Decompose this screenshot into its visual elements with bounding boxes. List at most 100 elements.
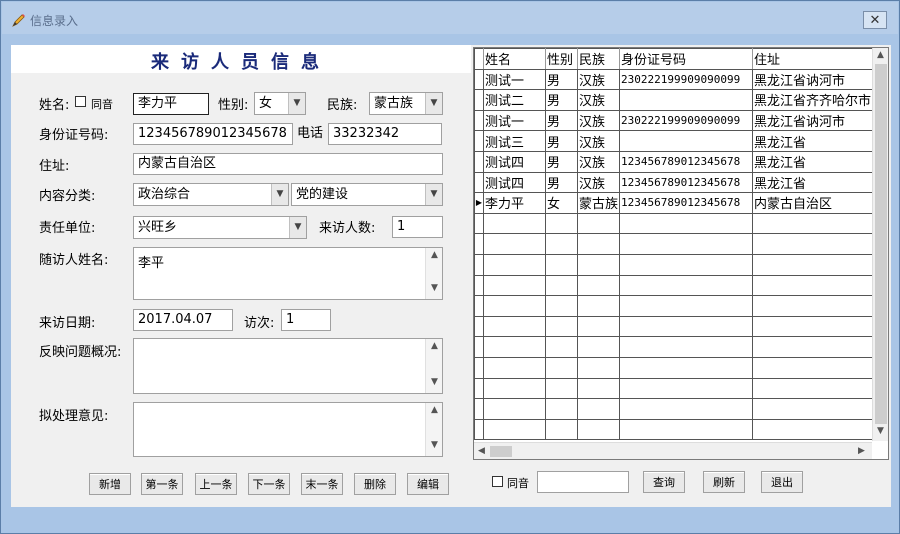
table-cell[interactable] (483, 336, 546, 358)
table-row[interactable] (474, 295, 884, 317)
table-cell[interactable]: 男 (545, 68, 578, 91)
table-cell[interactable]: 黑龙江省齐齐哈尔市 (752, 89, 884, 111)
table-cell[interactable]: 男 (545, 130, 578, 152)
table-cell[interactable] (576, 418, 621, 441)
table-row[interactable] (474, 212, 884, 235)
table-cell[interactable] (619, 295, 754, 317)
table-cell[interactable]: 汉族 (576, 171, 621, 194)
homophone-checkbox[interactable] (75, 96, 86, 107)
chevron-down-icon[interactable]: ▼ (289, 217, 306, 238)
table-row[interactable]: 测试一男汉族 230222199909090099 黑龙江省讷河市 (474, 68, 884, 91)
table-row[interactable] (474, 377, 884, 400)
category-select[interactable]: 政治综合 ▼ (133, 183, 289, 206)
table-cell[interactable] (619, 89, 754, 111)
chevron-down-icon[interactable]: ▼ (425, 184, 442, 205)
table-cell[interactable] (752, 377, 884, 400)
table-cell[interactable] (619, 130, 754, 152)
table-cell[interactable] (619, 253, 754, 276)
table-cell[interactable] (576, 233, 621, 255)
table-cell[interactable] (619, 418, 754, 441)
table-row[interactable]: 测试一男汉族 230222199909090099 黑龙江省讷河市 (474, 109, 884, 132)
first-record-button[interactable]: 第一条 (141, 473, 183, 495)
edit-button[interactable]: 编辑 (407, 473, 449, 495)
refresh-button[interactable]: 刷新 (703, 471, 745, 493)
table-cell[interactable] (545, 274, 578, 297)
column-header-ethnicity[interactable]: 民族 (576, 48, 621, 70)
table-cell[interactable] (483, 418, 546, 441)
ethnicity-select[interactable]: 蒙古族 ▼ (369, 92, 443, 115)
table-row[interactable] (474, 336, 884, 358)
address-input[interactable]: 内蒙古自治区 (133, 153, 443, 175)
table-cell[interactable] (576, 295, 621, 317)
table-cell[interactable] (483, 233, 546, 255)
table-cell[interactable] (483, 212, 546, 235)
table-cell[interactable] (576, 253, 621, 276)
table-cell[interactable] (545, 336, 578, 358)
table-cell[interactable]: 测试四 (483, 150, 546, 173)
table-cell[interactable]: 男 (545, 89, 578, 111)
table-cell[interactable] (545, 377, 578, 400)
table-cell[interactable]: 黑龙江省 (752, 150, 884, 173)
table-row[interactable] (474, 253, 884, 276)
table-cell[interactable] (576, 212, 621, 235)
table-cell[interactable] (483, 315, 546, 338)
table-cell[interactable] (545, 356, 578, 379)
table-cell[interactable] (545, 253, 578, 276)
scroll-down-icon[interactable]: ▼ (877, 426, 884, 436)
table-cell[interactable] (545, 418, 578, 441)
add-button[interactable]: 新增 (89, 473, 131, 495)
table-row[interactable] (474, 356, 884, 379)
grid-horizontal-scrollbar[interactable]: ◀ ▶ (474, 442, 872, 459)
gender-select[interactable]: 女 ▼ (254, 92, 306, 115)
prev-record-button[interactable]: 上一条 (195, 473, 237, 495)
delete-button[interactable]: 删除 (354, 473, 396, 495)
table-cell[interactable]: 黑龙江省 (752, 171, 884, 194)
table-cell[interactable]: 测试二 (483, 89, 546, 111)
table-cell[interactable] (619, 212, 754, 235)
table-cell[interactable]: 汉族 (576, 89, 621, 111)
scroll-up-icon[interactable]: ▲ (426, 250, 442, 264)
scroll-down-icon[interactable]: ▼ (426, 283, 442, 297)
search-input[interactable] (537, 471, 629, 493)
table-cell[interactable] (752, 295, 884, 317)
table-cell[interactable] (752, 356, 884, 379)
table-cell[interactable]: 汉族 (576, 150, 621, 173)
table-row[interactable]: 测试三男汉族 黑龙江省 (474, 130, 884, 152)
table-cell[interactable] (576, 315, 621, 338)
companion-scrollbar[interactable]: ▲ ▼ (425, 248, 442, 299)
scroll-down-icon[interactable]: ▼ (426, 440, 442, 454)
table-cell[interactable]: 男 (545, 150, 578, 173)
phone-input[interactable]: 33232342 (328, 123, 442, 145)
scroll-up-icon[interactable]: ▲ (877, 50, 884, 60)
table-cell[interactable] (619, 233, 754, 255)
table-row[interactable] (474, 233, 884, 255)
table-cell[interactable]: 230222199909090099 (619, 109, 754, 132)
chevron-down-icon[interactable]: ▼ (425, 93, 442, 114)
subcategory-select[interactable]: 党的建设 ▼ (291, 183, 443, 206)
scroll-right-icon[interactable]: ▶ (858, 446, 865, 456)
unit-select[interactable]: 兴旺乡 ▼ (133, 216, 307, 239)
table-cell[interactable] (576, 274, 621, 297)
table-cell[interactable] (619, 377, 754, 400)
table-row[interactable]: 测试二男汉族 黑龙江省齐齐哈尔市 (474, 89, 884, 111)
table-cell[interactable] (545, 315, 578, 338)
table-cell[interactable]: 123456789012345678 (619, 150, 754, 173)
visitor-count-input[interactable]: 1 (392, 216, 443, 238)
table-cell[interactable]: 汉族 (576, 109, 621, 132)
table-cell[interactable] (576, 336, 621, 358)
table-cell[interactable] (752, 274, 884, 297)
table-cell[interactable] (576, 356, 621, 379)
table-cell[interactable]: 李力平 (483, 192, 546, 214)
table-cell[interactable]: 123456789012345678 (619, 192, 754, 214)
table-cell[interactable] (752, 418, 884, 441)
table-cell[interactable]: 测试一 (483, 109, 546, 132)
table-cell[interactable] (545, 398, 578, 420)
last-record-button[interactable]: 末一条 (301, 473, 343, 495)
table-cell[interactable]: 女 (545, 192, 578, 214)
table-cell[interactable] (545, 212, 578, 235)
issue-scrollbar[interactable]: ▲ ▼ (425, 339, 442, 393)
table-cell[interactable] (619, 315, 754, 338)
table-cell[interactable] (752, 212, 884, 235)
table-cell[interactable]: 230222199909090099 (619, 68, 754, 91)
table-cell[interactable]: 黑龙江省讷河市 (752, 68, 884, 91)
